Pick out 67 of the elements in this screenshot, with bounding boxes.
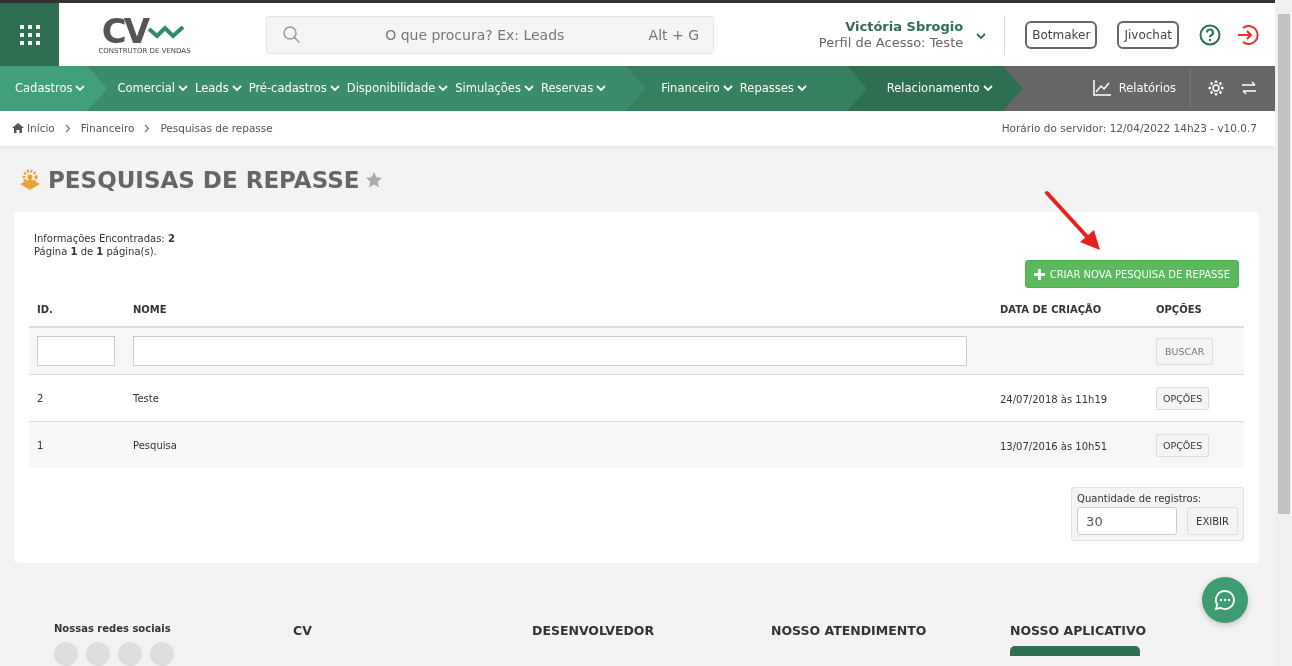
integration-button[interactable]: Jivochat: [1117, 20, 1179, 49]
menu-item[interactable]: Financeiro: [661, 81, 733, 96]
page-size-label: Quantidade de registros:: [1077, 493, 1203, 504]
server-time: Horário do servidor: 12/04/2022 14h23 - v10.0.7: [1001, 122, 1257, 135]
keyboard-shortcut: Alt + G: [648, 26, 699, 43]
search-field[interactable]: O que procura? Ex: Leads Alt + G: [266, 15, 714, 54]
help-icon[interactable]: [1199, 23, 1221, 46]
show-button[interactable]: EXIBIR: [1187, 507, 1238, 535]
gear-box-icon: [18, 168, 42, 192]
search-button[interactable]: BUSCAR: [1156, 337, 1214, 365]
plus-icon: [1033, 268, 1045, 280]
reports-link[interactable]: Relatórios: [1092, 68, 1191, 109]
name-filter-field[interactable]: [133, 336, 967, 366]
star-icon[interactable]: [365, 171, 384, 189]
chevron-down-icon: [596, 84, 607, 92]
chevron-down-icon: [796, 84, 807, 92]
menu-item[interactable]: Pré-cadastros: [248, 81, 340, 96]
chevron-down-icon: [722, 84, 733, 92]
options-button[interactable]: OPÇÕES: [1156, 433, 1210, 457]
table-cell: Teste: [125, 374, 992, 422]
home-icon: [12, 123, 24, 134]
search-icon: [283, 25, 301, 44]
chevron-down-icon: [982, 84, 993, 92]
chat-button[interactable]: [1202, 577, 1248, 623]
table-cell: 1: [29, 421, 125, 468]
menu-item[interactable]: Leads: [195, 81, 242, 96]
page-title: PESQUISAS DE REPASSE: [48, 167, 360, 193]
breadcrumb-link[interactable]: Início: [27, 122, 55, 135]
chevron-down-icon: [329, 84, 340, 92]
line-chart-icon: [1092, 80, 1111, 97]
footer-heading: NOSSO APLICATIVO: [1010, 623, 1148, 638]
chevron-right-icon: [144, 123, 151, 133]
id-filter-field[interactable]: [37, 336, 115, 366]
access-profile: Perfil de Acesso: Teste: [818, 34, 964, 51]
apps-grid-icon[interactable]: [0, 3, 59, 66]
chat-bubble-icon: [1214, 589, 1236, 611]
footer-heading: Nossas redes sociais: [54, 623, 172, 634]
summary-text: Página 1 de 1 página(s).: [34, 245, 158, 258]
table-cell: Pesquisa: [125, 421, 992, 468]
settings-icon[interactable]: [1207, 79, 1225, 98]
footer-heading: DESENVOLVEDOR: [532, 623, 656, 638]
breadcrumb-link[interactable]: Financeiro: [80, 122, 135, 135]
page-size-field[interactable]: 30: [1077, 507, 1178, 535]
search-placeholder: O que procura? Ex: Leads: [384, 26, 566, 43]
chevron-down-icon: [438, 84, 449, 92]
menu-item[interactable]: Disponibilidade: [346, 81, 449, 96]
menu-item[interactable]: Reservas: [540, 81, 607, 96]
table-cell: 13/07/2016 às 10h51: [992, 421, 1148, 468]
menu-item[interactable]: Comercial: [117, 81, 189, 96]
summary-text: Informações Encontradas: 2: [34, 232, 176, 245]
table-cell: 2: [29, 374, 125, 422]
menu-item[interactable]: Repasses: [739, 81, 807, 96]
options-button[interactable]: OPÇÕES: [1156, 386, 1210, 410]
chevron-down-icon: [231, 84, 242, 92]
chevron-down-icon: [75, 84, 86, 92]
chevron-down-icon: [178, 84, 189, 92]
integration-button[interactable]: Botmaker: [1025, 20, 1098, 49]
swap-arrows-icon[interactable]: [1241, 81, 1257, 96]
logo-mark: CV: [101, 14, 148, 47]
chevron-down-icon: [523, 84, 534, 92]
footer-heading: NOSSO ATENDIMENTO: [771, 623, 928, 638]
user-name[interactable]: Victória Sbrogio: [818, 18, 964, 35]
footer-heading: CV: [293, 623, 313, 638]
menu-item[interactable]: Simulações: [455, 81, 534, 96]
chevron-right-icon: [64, 123, 71, 133]
table-cell: 24/07/2018 às 11h19: [992, 374, 1148, 422]
logout-icon[interactable]: [1237, 23, 1259, 46]
